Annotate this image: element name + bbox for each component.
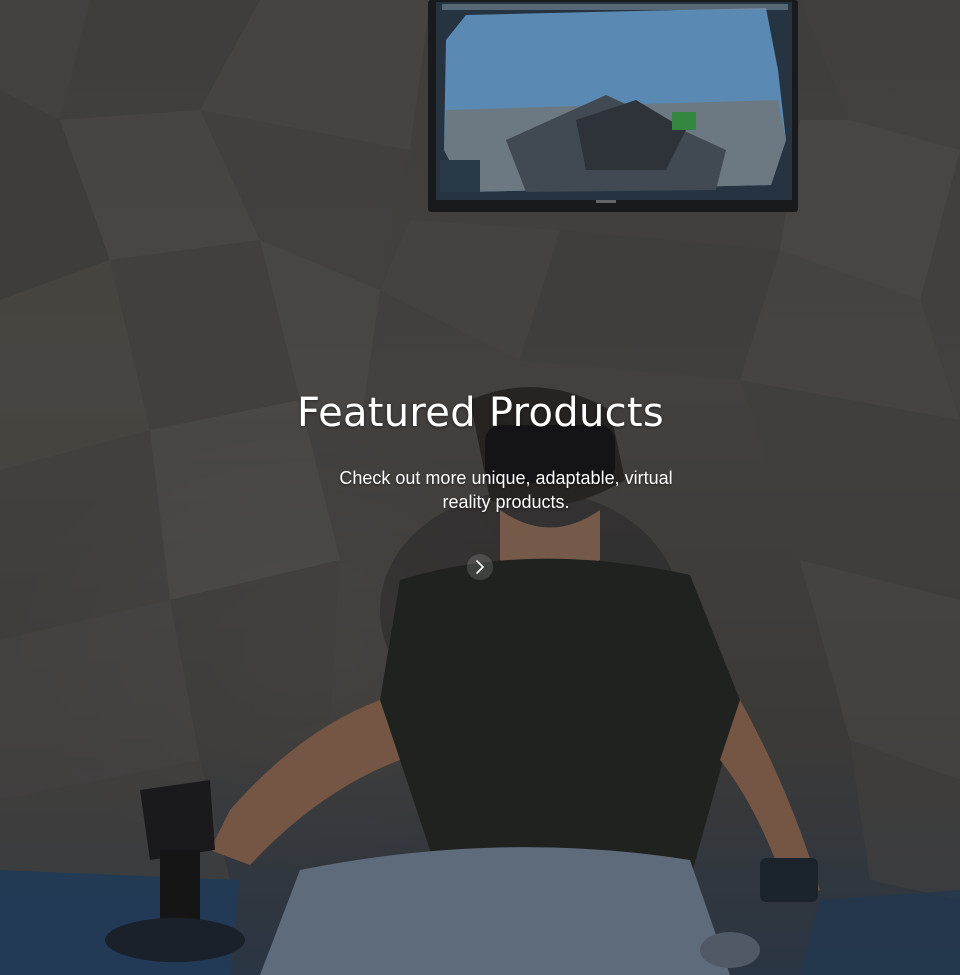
hero-content: Featured Products Check out more unique,… <box>0 386 960 514</box>
hero-banner: Featured Products Check out more unique,… <box>0 0 960 975</box>
hero-subtitle: Check out more unique, adaptable, virtua… <box>339 468 673 512</box>
hero-title: Featured Products <box>296 390 665 436</box>
next-slide-button[interactable] <box>467 554 493 580</box>
chevron-right-icon <box>476 560 484 574</box>
